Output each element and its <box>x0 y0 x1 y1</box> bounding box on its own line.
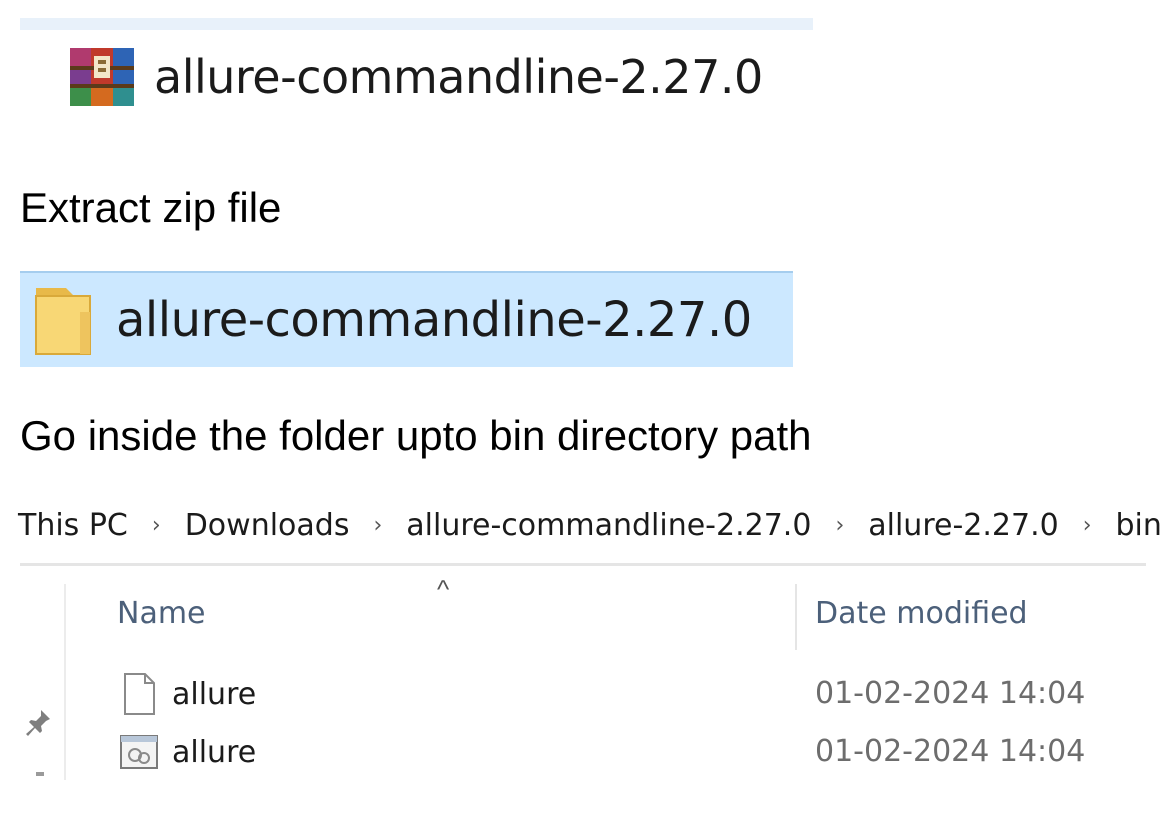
file-row[interactable]: allure <box>120 730 256 774</box>
blank-file-icon <box>124 673 155 715</box>
file-date-modified: 01-02-2024 14:04 <box>815 676 1086 711</box>
zip-file-name: allure-commandline-2.27.0 <box>154 50 763 104</box>
pin-icon[interactable] <box>24 708 52 738</box>
address-bar-divider <box>20 563 1146 566</box>
breadcrumb-allure[interactable]: allure-2.27.0 <box>866 508 1060 543</box>
chevron-right-icon[interactable]: › <box>152 513 161 538</box>
step-navigate-caption: Go inside the folder upto bin directory … <box>20 412 812 459</box>
folder-name: allure-commandline-2.27.0 <box>116 292 752 348</box>
column-separator[interactable] <box>795 584 797 650</box>
pin-icon-partial <box>36 772 44 776</box>
breadcrumb-this-pc[interactable]: This PC <box>16 508 130 543</box>
zip-file-item[interactable]: allure-commandline-2.27.0 <box>68 42 763 112</box>
step-extract-caption: Extract zip file <box>20 184 282 231</box>
top-highlight-strip <box>20 18 813 30</box>
file-name: allure <box>172 734 257 770</box>
breadcrumb: This PC › Downloads › allure-commandline… <box>18 500 1164 550</box>
folder-icon <box>35 288 91 355</box>
column-header-date-modified[interactable]: Date modified <box>815 596 1028 631</box>
file-date-modified: 01-02-2024 14:04 <box>815 734 1086 769</box>
chevron-right-icon[interactable]: › <box>373 513 382 538</box>
file-name: allure <box>172 676 257 712</box>
batch-file-icon <box>120 735 158 769</box>
file-row[interactable]: allure <box>120 672 256 716</box>
column-header-name[interactable]: Name <box>117 596 206 631</box>
breadcrumb-allure-commandline[interactable]: allure-commandline-2.27.0 <box>404 508 813 543</box>
sort-ascending-icon[interactable]: ^ <box>437 574 449 605</box>
breadcrumb-downloads[interactable]: Downloads <box>183 508 352 543</box>
chevron-right-icon[interactable]: › <box>835 513 844 538</box>
chevron-right-icon[interactable]: › <box>1083 513 1092 538</box>
extracted-folder-item[interactable]: allure-commandline-2.27.0 <box>20 271 793 367</box>
navigation-pane-border <box>64 584 66 780</box>
breadcrumb-bin[interactable]: bin <box>1114 508 1164 543</box>
winrar-archive-icon <box>70 48 134 106</box>
